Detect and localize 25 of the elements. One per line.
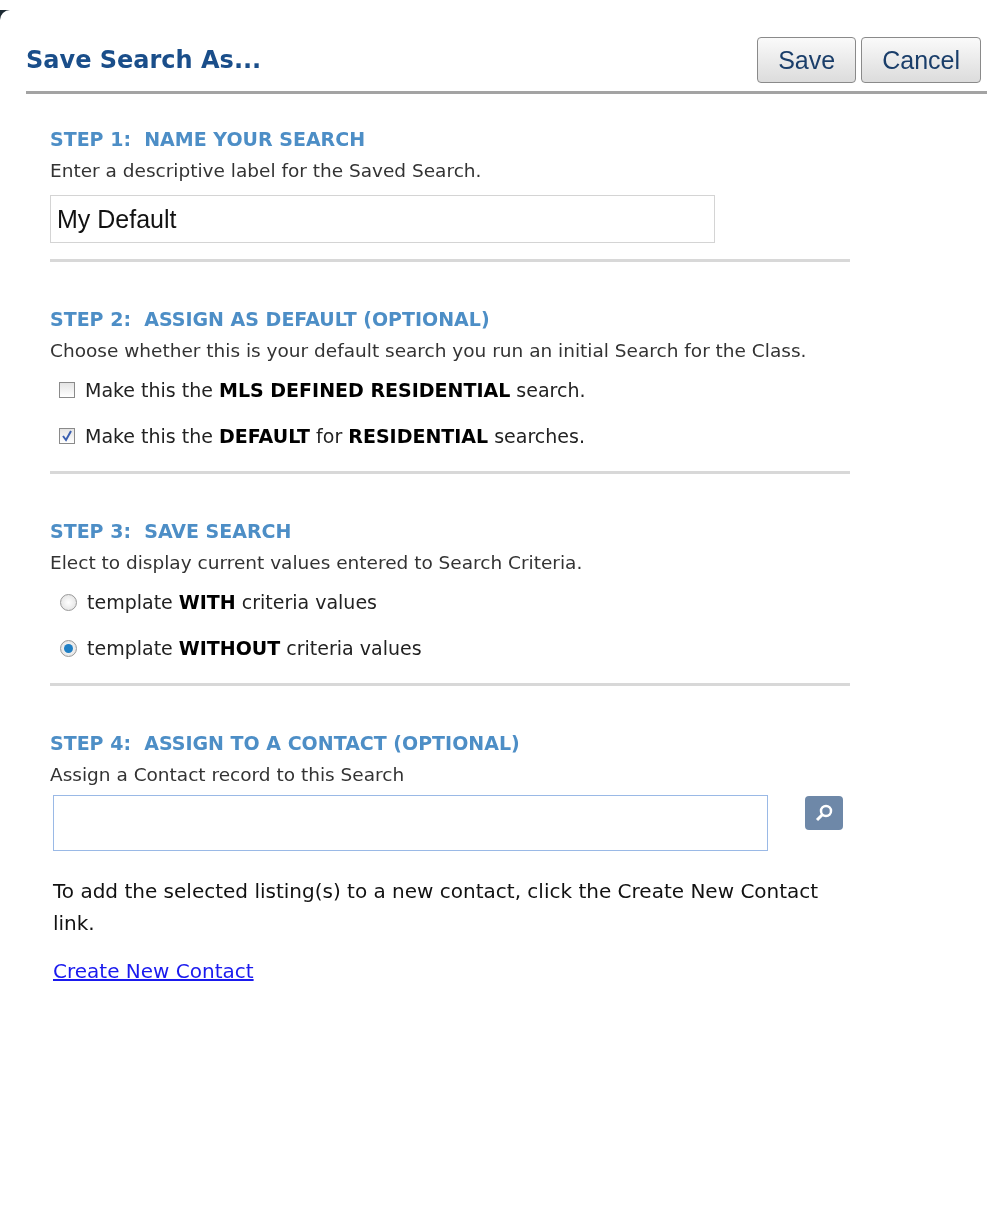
search-icon [814,803,834,823]
step-description: Choose whether this is your default search you run an initial Search for the Class. [50,339,808,363]
radio-button[interactable] [60,593,77,611]
radio-label: template WITH criteria values [87,591,377,613]
step-description: Enter a descriptive label for the Saved Search. [50,159,483,183]
step-heading: STEP 3: SAVE SEARCH [50,519,293,544]
checkbox[interactable] [59,382,75,398]
create-contact-link[interactable]: Create New Contact [53,959,254,983]
checkbox-label: Make this the DEFAULT for RESIDENTIAL searches. [85,425,585,447]
dialog-button[interactable]: Cancel [861,37,981,83]
step-description: Elect to display current values entered to Search Criteria. [50,551,584,575]
step-heading: STEP 4: ASSIGN TO A CONTACT (OPTIONAL) [50,731,521,756]
step-description: Assign a Contact record to this Search [50,763,406,787]
radio-label: template WITHOUT criteria values [87,637,422,659]
radio-button[interactable] [60,639,77,657]
checkbox-label: Make this the MLS DEFINED RESIDENTIAL search. [85,379,586,401]
checkbox[interactable] [59,428,75,444]
help-text: To add the selected listing(s) to a new contact, click the Create New Contact link. [53,878,820,937]
dialog-title: Save Search As... [26,46,262,74]
search-name-field[interactable]: My Default [50,195,715,243]
search-button[interactable] [805,796,843,830]
contact-field[interactable] [53,795,768,851]
dialog-button[interactable]: Save [757,37,857,83]
step-heading: STEP 2: ASSIGN AS DEFAULT (OPTIONAL) [50,307,491,332]
step-heading: STEP 1: NAME YOUR SEARCH [50,127,367,152]
